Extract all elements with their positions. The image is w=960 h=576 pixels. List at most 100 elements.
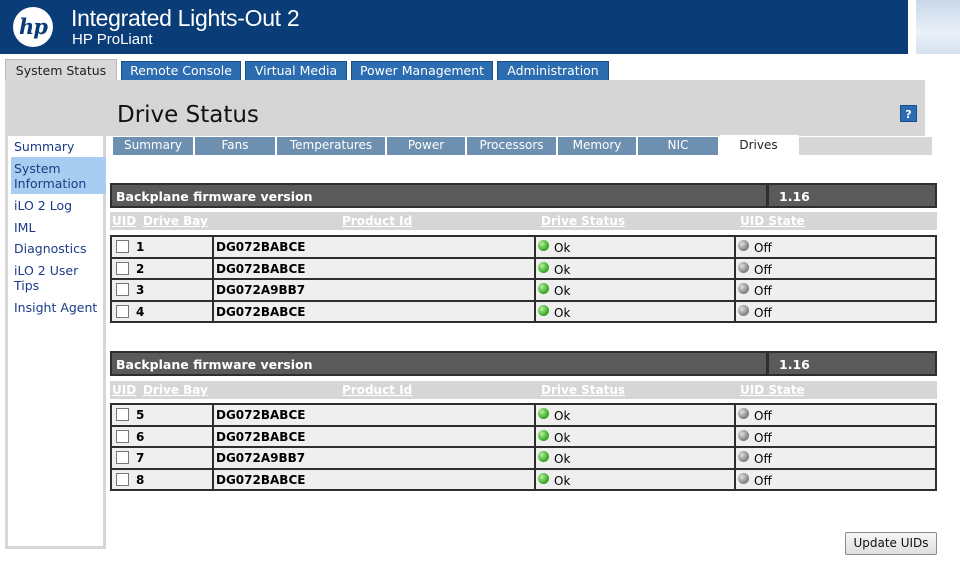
uid-off-icon (738, 240, 749, 251)
product-id: DG072BABCE (216, 408, 306, 422)
hp-logo: hp (13, 7, 53, 47)
drive-bay: 6 (136, 429, 145, 444)
drive-status: Ok (554, 305, 571, 320)
app-title: Integrated Lights-Out 2 (71, 5, 300, 31)
tab-temperatures[interactable]: Temperatures (277, 137, 387, 155)
tab-summary[interactable]: Summary (113, 137, 195, 155)
sidebar-item-insight-agent[interactable]: Insight Agent (11, 300, 106, 315)
column-header-uid-state[interactable]: UID State (740, 383, 805, 397)
uid-checkbox[interactable] (116, 283, 129, 296)
column-header-uid-state[interactable]: UID State (740, 214, 805, 228)
uid-checkbox[interactable] (116, 240, 129, 253)
column-header-drive-status[interactable]: Drive Status (541, 214, 625, 228)
app-subtitle: HP ProLiant (72, 31, 153, 48)
uid-off-icon (738, 408, 749, 419)
uid-checkbox[interactable] (116, 429, 129, 443)
sidebar-item-ilo2-user-tips[interactable]: iLO 2 User Tips (11, 263, 106, 293)
top-tab-virtual-media[interactable]: Virtual Media (245, 61, 347, 80)
drive-table: 1 DG072BABCE Ok Off 2 DG072BABCE Ok Off … (110, 235, 937, 323)
uid-checkbox[interactable] (116, 408, 129, 421)
status-ok-icon (538, 472, 549, 484)
status-ok-icon (538, 261, 549, 273)
drive-bay: 4 (136, 304, 145, 319)
sidebar-item-iml[interactable]: IML (11, 220, 106, 235)
uid-state: Off (754, 305, 772, 320)
column-header-uid[interactable]: UID (112, 383, 136, 397)
uid-state: Off (754, 409, 772, 423)
product-id: DG072A9BB7 (216, 451, 306, 465)
divider (212, 280, 214, 300)
backplane-firmware-version: 1.16 (779, 189, 810, 204)
app-header: hp Integrated Lights-Out 2 HP ProLiant (0, 0, 908, 54)
status-ok-icon (538, 240, 549, 251)
tab-nic[interactable]: NIC (638, 137, 720, 155)
product-id: DG072A9BB7 (216, 283, 306, 297)
column-header-product-id[interactable]: Product Id (342, 214, 412, 228)
drive-bay: 2 (136, 261, 145, 276)
top-tab-power-management[interactable]: Power Management (351, 61, 493, 80)
column-header-product-id[interactable]: Product Id (342, 383, 412, 397)
top-tab-remote-console[interactable]: Remote Console (121, 61, 241, 80)
divider (766, 185, 769, 206)
drive-bay: 5 (136, 408, 145, 422)
divider (534, 237, 536, 257)
column-header-drive-bay[interactable]: Drive Bay (143, 383, 208, 397)
column-header-drive-status[interactable]: Drive Status (541, 383, 625, 397)
tab-memory[interactable]: Memory (558, 137, 638, 155)
table-row: 5 DG072BABCE Ok Off (112, 405, 935, 425)
tab-processors[interactable]: Processors (467, 137, 558, 155)
uid-off-icon (738, 451, 749, 462)
subtab-bar-filler (799, 137, 932, 155)
product-id: DG072BABCE (216, 472, 306, 487)
divider (534, 258, 536, 278)
divider (734, 258, 736, 278)
table-row: 7 DG072A9BB7 Ok Off (112, 448, 935, 468)
column-header-uid[interactable]: UID (112, 214, 136, 228)
divider (734, 448, 736, 468)
backplane-firmware-label: Backplane firmware version (116, 357, 313, 372)
table-row: 8 DG072BABCE Ok Off (112, 469, 935, 489)
table-row: 2 DG072BABCE Ok Off (112, 258, 935, 278)
uid-off-icon (738, 472, 749, 484)
status-ok-icon (538, 283, 549, 294)
uid-checkbox[interactable] (116, 304, 129, 318)
tab-drives[interactable]: Drives (720, 135, 799, 155)
drive-status: Ok (554, 262, 571, 277)
sidebar-item-diagnostics[interactable]: Diagnostics (11, 241, 106, 256)
tab-power[interactable]: Power (387, 137, 467, 155)
table-row: 1 DG072BABCE Ok Off (112, 237, 935, 257)
update-uids-button[interactable]: Update UIDs (845, 532, 937, 555)
drive-status: Ok (554, 409, 571, 423)
uid-state: Off (754, 430, 772, 445)
divider (534, 280, 536, 300)
top-tab-administration[interactable]: Administration (497, 61, 609, 80)
sidebar-item-ilo2-log[interactable]: iLO 2 Log (11, 198, 106, 213)
divider (734, 426, 736, 446)
backplane-firmware-bar: Backplane firmware version 1.16 (110, 183, 937, 208)
tab-fans[interactable]: Fans (195, 137, 277, 155)
help-icon[interactable]: ? (900, 105, 917, 122)
uid-checkbox[interactable] (116, 261, 129, 275)
divider (534, 405, 536, 425)
drive-status: Ok (554, 430, 571, 445)
column-header-drive-bay[interactable]: Drive Bay (143, 214, 208, 228)
sidebar-item-summary[interactable]: Summary (11, 139, 106, 154)
divider (212, 258, 214, 278)
drive-table-header: UID Drive Bay Product Id Drive Status UI… (110, 381, 937, 399)
drive-bay: 3 (136, 283, 145, 297)
divider (212, 237, 214, 257)
sidebar-item-system-information[interactable]: System Information (11, 157, 106, 194)
top-tab-system-status[interactable]: System Status (5, 59, 117, 81)
uid-checkbox[interactable] (116, 472, 129, 486)
top-tabs: System Status Remote Console Virtual Med… (0, 59, 960, 81)
product-id: DG072BABCE (216, 240, 306, 254)
divider (734, 405, 736, 425)
divider (212, 448, 214, 468)
uid-state: Off (754, 473, 772, 488)
uid-state: Off (754, 262, 772, 277)
uid-off-icon (738, 283, 749, 294)
table-row: 4 DG072BABCE Ok Off (112, 301, 935, 321)
uid-checkbox[interactable] (116, 451, 129, 464)
divider (734, 301, 736, 321)
drive-table-header: UID Drive Bay Product Id Drive Status UI… (110, 212, 937, 230)
